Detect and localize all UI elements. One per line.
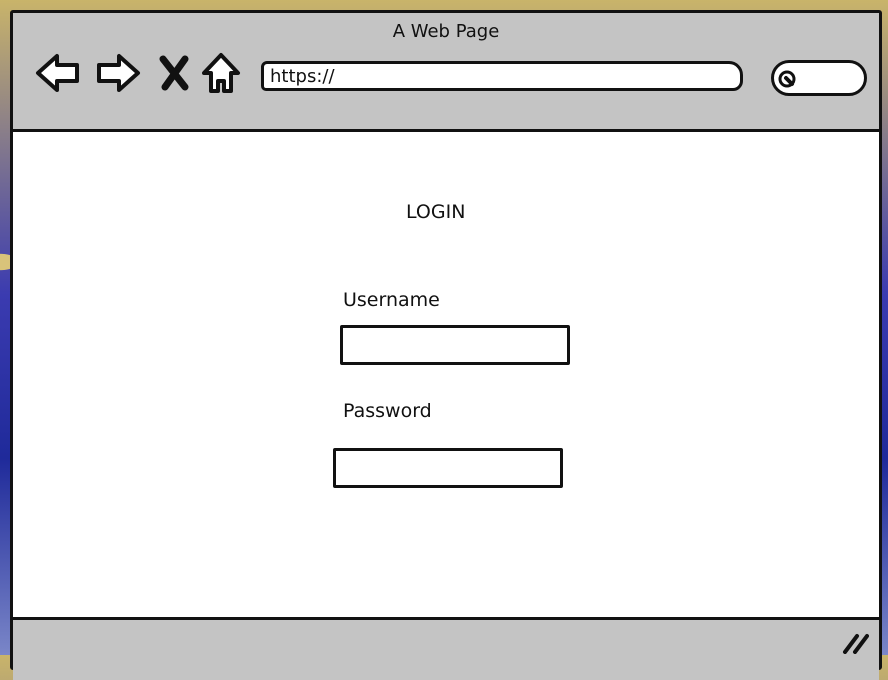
search-box[interactable] <box>771 60 867 96</box>
username-label: Username <box>343 289 440 311</box>
page-content: LOGIN Username Password <box>13 132 879 667</box>
back-arrow-icon[interactable] <box>35 51 81 95</box>
browser-window: A Web Page https:// LOGIN Username Passw… <box>10 10 882 680</box>
username-input[interactable] <box>340 325 570 365</box>
home-icon[interactable] <box>201 51 241 95</box>
status-bar <box>13 617 879 680</box>
url-text: https:// <box>270 66 335 87</box>
window-title: A Web Page <box>392 21 500 42</box>
browser-toolbar: A Web Page https:// <box>13 13 879 132</box>
search-icon <box>778 70 796 88</box>
resize-grip-icon[interactable] <box>841 630 869 654</box>
forward-arrow-icon[interactable] <box>95 51 141 95</box>
url-input[interactable]: https:// <box>261 61 743 91</box>
close-x-icon[interactable] <box>159 51 189 95</box>
password-input[interactable] <box>333 448 563 488</box>
login-title: LOGIN <box>406 201 466 223</box>
password-label: Password <box>343 400 432 422</box>
